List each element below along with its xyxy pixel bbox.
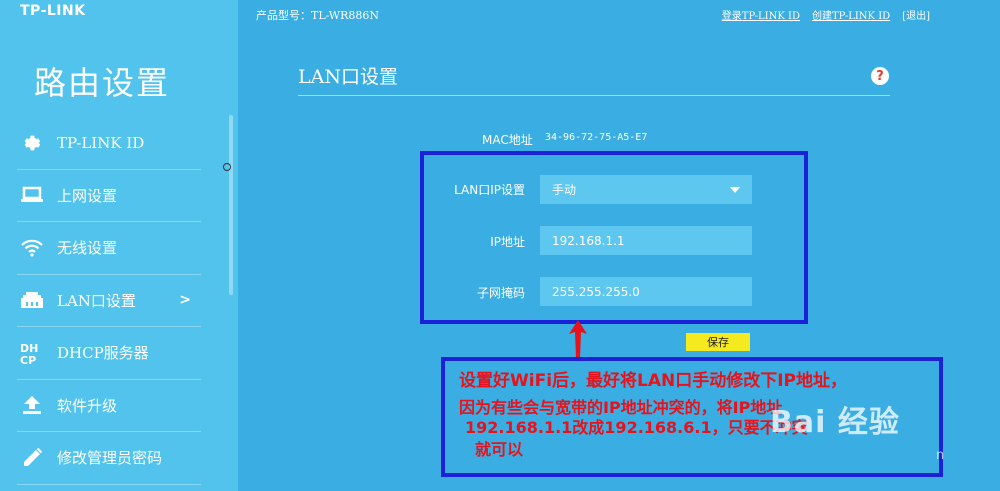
ip-address-label: IP地址 bbox=[490, 235, 525, 249]
sidebar-item-label: 修改管理员密码 bbox=[57, 449, 163, 468]
sidebar-item-label: 软件升级 bbox=[57, 396, 118, 415]
model-number: 产品型号：TL-WR886N bbox=[256, 9, 379, 22]
brand-logo: TP-LINK bbox=[20, 3, 86, 19]
sidebar: TP-LINK 路由设置 TP-LINK ID 上网设置 无线设置 LAN口设置 bbox=[0, 0, 238, 491]
mac-label: MAC地址 bbox=[482, 133, 533, 147]
lan-ip-setting-select[interactable]: 手动 bbox=[540, 175, 752, 204]
wifi-icon bbox=[19, 235, 45, 261]
dhcp-icon: DH CP bbox=[19, 340, 45, 366]
active-arrow: > bbox=[179, 292, 191, 309]
login-tplink-id-link[interactable]: 登录TP-LINK ID bbox=[722, 7, 800, 22]
annotation-line-4: 就可以 bbox=[475, 440, 524, 459]
pencil-icon bbox=[19, 445, 45, 471]
logout-link[interactable]: [退出] bbox=[902, 7, 930, 22]
gear-icon bbox=[19, 130, 45, 156]
sidebar-item-label: DHCP服务器 bbox=[57, 344, 149, 363]
ip-address-input[interactable]: 192.168.1.1 bbox=[540, 226, 752, 255]
sidebar-item-tplink-id[interactable]: TP-LINK ID bbox=[17, 117, 201, 170]
upload-icon bbox=[19, 392, 45, 418]
title-divider bbox=[298, 95, 890, 96]
create-tplink-id-link[interactable]: 创建TP-LINK ID bbox=[812, 7, 890, 22]
sidebar-item-upgrade[interactable]: 软件升级 bbox=[17, 380, 201, 432]
subnet-mask-input[interactable]: 255.255.255.0 bbox=[540, 277, 752, 306]
sidebar-item-label: LAN口设置 bbox=[57, 291, 136, 310]
red-arrow-annotation bbox=[569, 320, 587, 358]
page-title: LAN口设置 bbox=[298, 66, 398, 88]
save-button[interactable]: 保存 bbox=[686, 333, 750, 351]
watermark-sub: n bbox=[936, 448, 945, 463]
sidebar-item-lan[interactable]: LAN口设置 > bbox=[17, 275, 201, 327]
sidebar-title: 路由设置 bbox=[34, 64, 171, 102]
sidebar-item-admin-password[interactable]: 修改管理员密码 bbox=[17, 432, 201, 485]
svg-text:CP: CP bbox=[20, 354, 36, 365]
sidebar-item-wireless[interactable]: 无线设置 bbox=[17, 222, 201, 275]
sidebar-item-dhcp[interactable]: DH CP DHCP服务器 bbox=[17, 327, 201, 380]
subnet-mask-label: 子网掩码 bbox=[476, 286, 525, 300]
mac-value: 34-96-72-75-A5-E7 bbox=[545, 132, 648, 143]
sidebar-item-label: 无线设置 bbox=[57, 239, 118, 258]
sidebar-scrollbar[interactable] bbox=[229, 115, 233, 295]
laptop-icon bbox=[19, 182, 45, 208]
sidebar-item-internet[interactable]: 上网设置 bbox=[17, 170, 201, 222]
sidebar-menu: TP-LINK ID 上网设置 无线设置 LAN口设置 > DHCP DHCP bbox=[17, 117, 201, 485]
sidebar-item-label: TP-LINK ID bbox=[57, 133, 145, 152]
sidebar-item-label: 上网设置 bbox=[57, 186, 118, 205]
help-icon[interactable]: ? bbox=[871, 67, 889, 85]
resize-handle[interactable] bbox=[223, 163, 231, 171]
baidu-watermark: Bai 经验 bbox=[770, 405, 900, 440]
annotation-line-1: 设置好WiFi后，最好将LAN口手动修改下IP地址， bbox=[459, 371, 848, 391]
lan-ip-setting-label: LAN口IP设置 bbox=[454, 183, 525, 197]
lan-port-icon bbox=[19, 287, 45, 313]
header-links: 登录TP-LINK ID 创建TP-LINK ID [退出] bbox=[722, 7, 930, 22]
annotation-line-3: 192.168.1.1改成192.168.6.1，只要不冲突 bbox=[465, 418, 808, 437]
